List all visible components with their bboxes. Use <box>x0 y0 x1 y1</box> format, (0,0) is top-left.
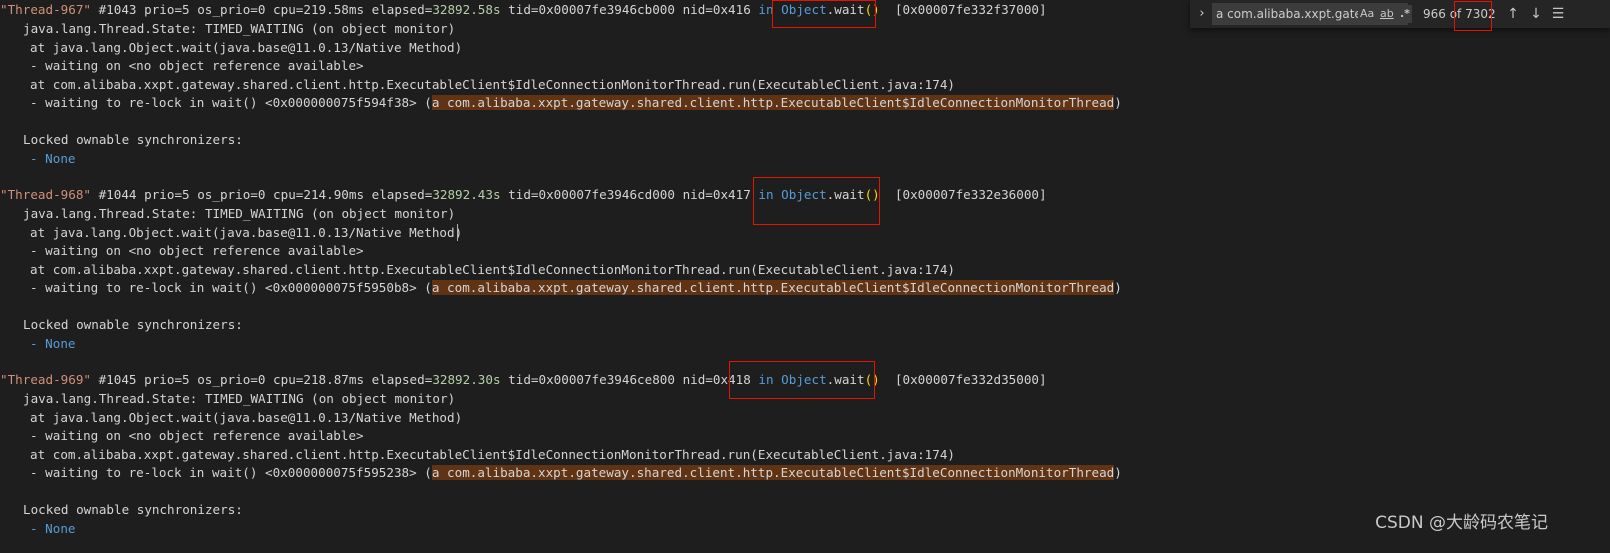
thread-name: "Thread-969" <box>0 372 91 387</box>
synchronizers-header: Locked ownable synchronizers: <box>23 502 243 517</box>
stack-frame-line: at java.lang.Object.wait(java.base@11.0.… <box>30 225 463 240</box>
waiting-on-line: - waiting on <no object reference availa… <box>30 428 364 443</box>
thread-cpu: cpu=214.90ms <box>273 187 365 202</box>
thread-nid: nid=0x417 <box>682 187 751 202</box>
thread-number: #1043 <box>98 2 137 17</box>
watermark: CSDN @大龄码农笔记 <box>1375 513 1548 533</box>
thread-elapsed: 32892.30s <box>432 372 501 387</box>
find-match-highlight: a com.alibaba.xxpt.gateway.shared.client… <box>431 465 1115 480</box>
stack-frame-line: at java.lang.Object.wait(java.base@11.0.… <box>30 410 463 425</box>
thread-header-line: "Thread-969" #1045 prio=5 os_prio=0 cpu=… <box>0 372 1047 387</box>
find-match-highlight: a com.alibaba.xxpt.gateway.shared.client… <box>431 280 1115 295</box>
thread-prio: prio=5 <box>144 2 190 17</box>
thread-os-prio: os_prio=0 <box>197 187 266 202</box>
thread-address: [0x00007fe332f37000] <box>894 2 1047 17</box>
thread-header-line: "Thread-968" #1044 prio=5 os_prio=0 cpu=… <box>0 187 1047 202</box>
thread-header-line: "Thread-967" #1043 prio=5 os_prio=0 cpu=… <box>0 2 1047 17</box>
thread-nid: nid=0x416 <box>682 2 751 17</box>
stack-frame-line: at java.lang.Object.wait(java.base@11.0.… <box>30 40 463 55</box>
thread-state-line: java.lang.Thread.State: TIMED_WAITING (o… <box>23 206 456 221</box>
synchronizers-none: - None <box>30 336 76 351</box>
waiting-on-line: - waiting on <no object reference availa… <box>30 58 364 73</box>
stack-frame-line: at com.alibaba.xxpt.gateway.shared.clien… <box>30 262 956 277</box>
arrow-up-icon[interactable]: ↑ <box>1503 4 1523 24</box>
relock-line: - waiting to re-lock in wait() <0x000000… <box>30 95 1122 110</box>
find-in-selection-icon[interactable]: ☰ <box>1548 4 1568 24</box>
stack-frame-line: at com.alibaba.xxpt.gateway.shared.clien… <box>30 447 956 462</box>
thread-number: #1045 <box>98 372 137 387</box>
synchronizers-none: - None <box>30 151 76 166</box>
thread-elapsed: 32892.58s <box>432 2 501 17</box>
thread-address: [0x00007fe332e36000] <box>894 187 1047 202</box>
chevron-right-icon[interactable]: › <box>1194 4 1210 24</box>
synchronizers-none: - None <box>30 521 76 536</box>
thread-name: "Thread-968" <box>0 187 91 202</box>
waiting-on-line: - waiting on <no object reference availa… <box>30 243 364 258</box>
annotation-box-wait <box>772 0 876 28</box>
thread-tid: tid=0x00007fe3946ce800 <box>508 372 675 387</box>
annotation-box-count <box>1454 1 1492 31</box>
relock-line: - waiting to re-lock in wait() <0x000000… <box>30 465 1122 480</box>
text-cursor <box>457 224 458 241</box>
thread-tid: tid=0x00007fe3946cd000 <box>508 187 675 202</box>
synchronizers-header: Locked ownable synchronizers: <box>23 132 243 147</box>
annotation-box-wait <box>729 361 875 399</box>
editor-text-area[interactable]: "Thread-967" #1043 prio=5 os_prio=0 cpu=… <box>0 0 1610 553</box>
thread-number: #1044 <box>98 187 137 202</box>
thread-state-line: java.lang.Thread.State: TIMED_WAITING (o… <box>23 391 456 406</box>
thread-name: "Thread-967" <box>0 2 91 17</box>
whole-word-toggle[interactable]: ab <box>1378 5 1396 23</box>
synchronizers-header: Locked ownable synchronizers: <box>23 317 243 332</box>
annotation-box-wait <box>753 177 880 225</box>
find-match-highlight: a com.alibaba.xxpt.gateway.shared.client… <box>431 95 1115 110</box>
find-widget: › Aa ab .* 966 of 7302 ↑ ↓ ☰ <box>1190 0 1610 31</box>
thread-state-line: java.lang.Thread.State: TIMED_WAITING (o… <box>23 21 456 36</box>
stack-frame-line: at com.alibaba.xxpt.gateway.shared.clien… <box>30 77 956 92</box>
relock-line: - waiting to re-lock in wait() <0x000000… <box>30 280 1122 295</box>
regex-toggle[interactable]: .* <box>1398 5 1412 23</box>
thread-address: [0x00007fe332d35000] <box>894 372 1047 387</box>
thread-os-prio: os_prio=0 <box>197 2 266 17</box>
thread-cpu: cpu=218.87ms <box>273 372 365 387</box>
thread-elapsed: 32892.43s <box>432 187 501 202</box>
match-case-toggle[interactable]: Aa <box>1358 5 1377 23</box>
thread-prio: prio=5 <box>144 187 190 202</box>
thread-prio: prio=5 <box>144 372 190 387</box>
thread-tid: tid=0x00007fe3946cb000 <box>508 2 675 17</box>
thread-cpu: cpu=219.58ms <box>273 2 365 17</box>
arrow-down-icon[interactable]: ↓ <box>1526 4 1546 24</box>
thread-os-prio: os_prio=0 <box>197 372 266 387</box>
